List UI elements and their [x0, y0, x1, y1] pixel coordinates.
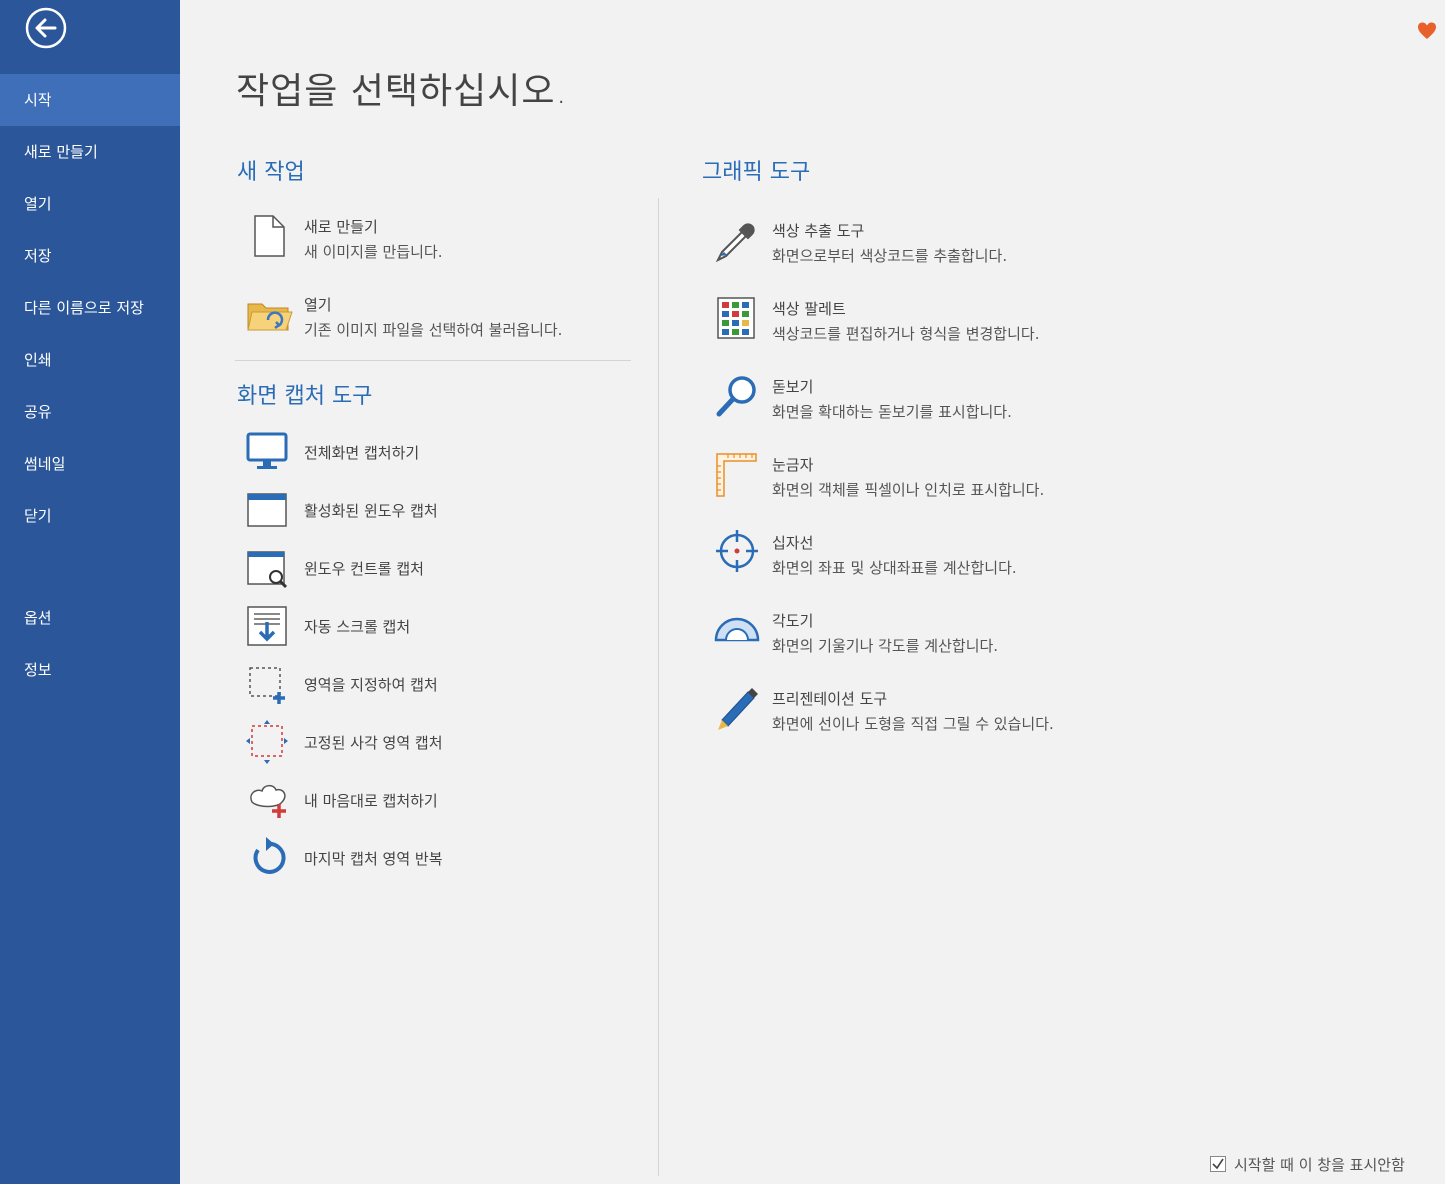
sidebar-item-start[interactable]: 시작 [0, 74, 180, 126]
capture-fixed-rect-item[interactable]: 고정된 사각 영역 캡처 [246, 720, 546, 764]
pen-icon [714, 684, 762, 732]
graphics-magnifier-item[interactable]: 돋보기 화면을 확대하는 돋보기를 표시합니다. [714, 372, 1134, 424]
sidebar-item-options[interactable]: 옵션 [0, 592, 180, 644]
presentation-desc: 화면에 선이나 도형을 직접 그릴 수 있습니다. [772, 715, 1054, 733]
capture-fullscreen-label: 전체화면 캡처하기 [304, 444, 420, 462]
capture-fixed-rect-label: 고정된 사각 영역 캡처 [304, 734, 443, 752]
graphics-ruler-item[interactable]: 눈금자 화면의 객체를 픽셀이나 인치로 표시합니다. [714, 450, 1134, 502]
color-picker-desc: 화면으로부터 색상코드를 추출합니다. [772, 247, 1008, 265]
sidebar-item-thumbnail[interactable]: 썸네일 [0, 438, 180, 490]
open-image-item[interactable]: 열기 기존 이미지 파일을 선택하여 불러옵니다. [246, 290, 626, 342]
fixed-rect-icon [246, 720, 290, 764]
crosshair-icon [714, 528, 762, 576]
eyedropper-icon [714, 216, 762, 264]
graphics-protractor-item[interactable]: 각도기 화면의 기울기나 각도를 계산합니다. [714, 606, 1134, 658]
column-divider [658, 198, 659, 1176]
open-folder-icon [246, 290, 294, 338]
sidebar-item-open[interactable]: 열기 [0, 178, 180, 230]
capture-freeform-item[interactable]: 내 마음대로 캡처하기 [246, 778, 546, 822]
capture-auto-scroll-item[interactable]: 자동 스크롤 캡처 [246, 604, 546, 648]
freeform-icon [246, 778, 290, 822]
heart-icon[interactable] [1416, 20, 1438, 42]
blank-document-icon [246, 212, 294, 260]
capture-repeat-item[interactable]: 마지막 캡처 영역 반복 [246, 836, 546, 880]
protractor-desc: 화면의 기울기나 각도를 계산합니다. [772, 637, 999, 655]
check-icon [1212, 1158, 1224, 1170]
sidebar-item-info[interactable]: 정보 [0, 644, 180, 696]
capture-repeat-label: 마지막 캡처 영역 반복 [304, 850, 443, 868]
ruler-icon [714, 450, 762, 498]
palette-title: 색상 팔레트 [772, 300, 846, 318]
palette-desc: 색상코드를 편집하거나 형식을 변경합니다. [772, 325, 1040, 343]
window-icon [246, 488, 290, 532]
back-button[interactable] [24, 6, 68, 50]
sidebar-item-close[interactable]: 닫기 [0, 490, 180, 542]
section-capture-heading: 화면 캡처 도구 [237, 384, 373, 409]
section-divider [235, 360, 631, 361]
capture-region-label: 영역을 지정하여 캡처 [304, 676, 438, 694]
capture-fullscreen-item[interactable]: 전체화면 캡처하기 [246, 430, 546, 474]
repeat-icon [246, 836, 290, 880]
magnifier-icon [714, 372, 762, 420]
magnifier-desc: 화면을 확대하는 돋보기를 표시합니다. [772, 403, 1012, 421]
section-graphics-heading: 그래픽 도구 [702, 160, 811, 185]
magnifier-title: 돋보기 [772, 378, 814, 396]
graphics-presentation-item[interactable]: 프리젠테이션 도구 화면에 선이나 도형을 직접 그릴 수 있습니다. [714, 684, 1134, 736]
capture-freeform-label: 내 마음대로 캡처하기 [304, 792, 438, 810]
graphics-palette-item[interactable]: 색상 팔레트 색상코드를 편집하거나 형식을 변경합니다. [714, 294, 1134, 346]
checkbox-box[interactable] [1210, 1156, 1226, 1172]
capture-window-control-item[interactable]: 윈도우 컨트롤 캡처 [246, 546, 546, 590]
open-image-desc: 기존 이미지 파일을 선택하여 불러옵니다. [304, 321, 563, 339]
color-picker-title: 색상 추출 도구 [772, 222, 865, 240]
monitor-icon [246, 430, 290, 474]
section-new-task-heading: 새 작업 [237, 160, 305, 185]
sidebar-item-save[interactable]: 저장 [0, 230, 180, 282]
sidebar-item-save-as[interactable]: 다른 이름으로 저장 [0, 282, 180, 334]
page-title: 작업을 선택하십시오. [236, 71, 568, 112]
graphics-crosshair-item[interactable]: 십자선 화면의 좌표 및 상대좌표를 계산합니다. [714, 528, 1134, 580]
capture-active-window-item[interactable]: 활성화된 윈도우 캡처 [246, 488, 546, 532]
new-image-desc: 새 이미지를 만듭니다. [304, 243, 443, 261]
graphics-color-picker-item[interactable]: 색상 추출 도구 화면으로부터 색상코드를 추출합니다. [714, 216, 1134, 268]
new-image-title: 새로 만들기 [304, 218, 378, 236]
presentation-title: 프리젠테이션 도구 [772, 690, 888, 708]
checkbox-label: 시작할 때 이 창을 표시안함 [1234, 1156, 1405, 1174]
open-image-title: 열기 [304, 296, 332, 314]
protractor-title: 각도기 [772, 612, 814, 630]
crosshair-desc: 화면의 좌표 및 상대좌표를 계산합니다. [772, 559, 1017, 577]
sidebar-item-new[interactable]: 새로 만들기 [0, 126, 180, 178]
palette-icon [714, 294, 762, 342]
capture-region-item[interactable]: 영역을 지정하여 캡처 [246, 662, 546, 706]
capture-window-control-label: 윈도우 컨트롤 캡처 [304, 560, 424, 578]
sidebar: 시작 새로 만들기 열기 저장 다른 이름으로 저장 인쇄 공유 썸네일 닫기 … [0, 0, 180, 1184]
protractor-icon [714, 606, 762, 654]
new-image-item[interactable]: 새로 만들기 새 이미지를 만듭니다. [246, 212, 626, 264]
crosshair-title: 십자선 [772, 534, 814, 552]
ruler-desc: 화면의 객체를 픽셀이나 인치로 표시합니다. [772, 481, 1045, 499]
sidebar-item-print[interactable]: 인쇄 [0, 334, 180, 386]
window-control-icon [246, 546, 290, 590]
capture-active-window-label: 활성화된 윈도우 캡처 [304, 502, 438, 520]
scroll-capture-icon [246, 604, 290, 648]
capture-auto-scroll-label: 자동 스크롤 캡처 [304, 618, 411, 636]
region-select-icon [246, 662, 290, 706]
ruler-title: 눈금자 [772, 456, 814, 474]
back-arrow-icon [25, 7, 67, 49]
sidebar-item-share[interactable]: 공유 [0, 386, 180, 438]
